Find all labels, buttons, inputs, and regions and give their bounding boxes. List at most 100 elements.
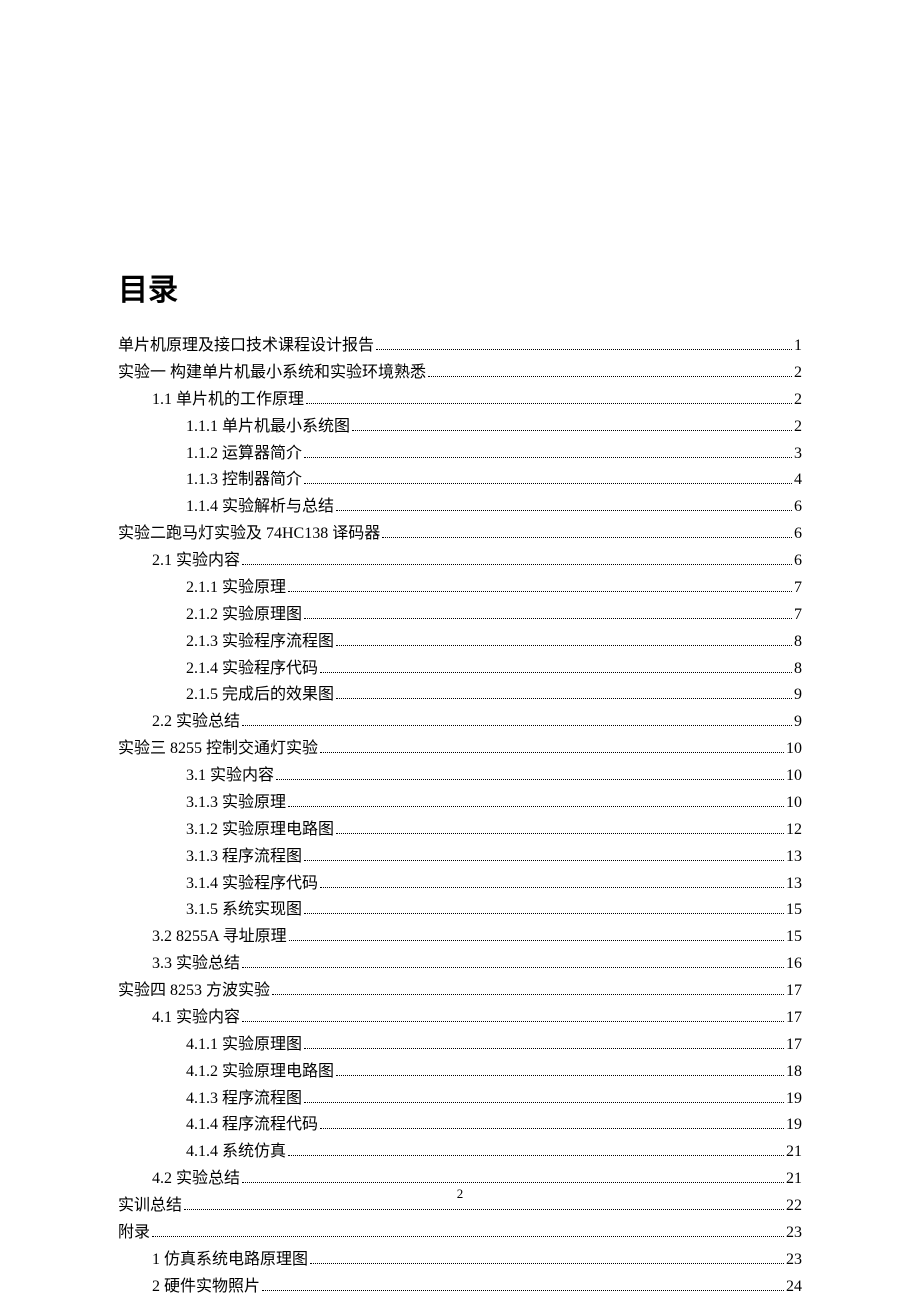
toc-leader-dots xyxy=(306,403,792,404)
toc-entry[interactable]: 4.1.2 实验原理电路图 18 xyxy=(118,1059,802,1086)
toc-entry-label: 2.1.2 实验原理图 xyxy=(186,602,302,629)
toc-leader-dots xyxy=(242,564,792,565)
toc-entry-label: 1 仿真系统电路原理图 xyxy=(152,1247,308,1274)
toc-leader-dots xyxy=(152,1236,784,1237)
toc-entry-label: 2.1 实验内容 xyxy=(152,548,240,575)
toc-entry-page: 7 xyxy=(794,575,802,602)
toc-entry-page: 10 xyxy=(786,790,802,817)
toc-entry-label: 2.1.4 实验程序代码 xyxy=(186,656,318,683)
toc-leader-dots xyxy=(304,913,784,914)
toc-entry-page: 7 xyxy=(794,602,802,629)
toc-entry[interactable]: 2.1 实验内容6 xyxy=(118,548,802,575)
toc-entry-label: 3.1.2 实验原理电路图 xyxy=(186,817,334,844)
toc-leader-dots xyxy=(288,806,784,807)
toc-leader-dots xyxy=(304,1102,784,1103)
toc-entry-label: 实验四 8253 方波实验 xyxy=(118,978,270,1005)
toc-entry-page: 9 xyxy=(794,682,802,709)
toc-entry-page: 2 xyxy=(794,360,802,387)
toc-entry[interactable]: 1.1 单片机的工作原理 2 xyxy=(118,387,802,414)
toc-entry-label: 附录 xyxy=(118,1220,150,1247)
toc-entry-page: 6 xyxy=(794,494,802,521)
toc-entry[interactable]: 3.3 实验总结16 xyxy=(118,951,802,978)
toc-entry[interactable]: 2 硬件实物照片 24 xyxy=(118,1274,802,1301)
toc-entry-page: 17 xyxy=(786,978,802,1005)
toc-entry[interactable]: 1.1.4 实验解析与总结6 xyxy=(118,494,802,521)
toc-entry-label: 4.1 实验内容 xyxy=(152,1005,240,1032)
toc-entry-label: 1.1.2 运算器简介 xyxy=(186,441,302,468)
toc-entry-page: 15 xyxy=(786,897,802,924)
toc-entry-label: 实验三 8255 控制交通灯实验 xyxy=(118,736,318,763)
toc-entry-label: 4.1.2 实验原理电路图 xyxy=(186,1059,334,1086)
toc-leader-dots xyxy=(288,591,792,592)
toc-entry-page: 18 xyxy=(786,1059,802,1086)
toc-leader-dots xyxy=(336,1075,784,1076)
toc-entry-label: 2.1.1 实验原理 xyxy=(186,575,286,602)
toc-entry[interactable]: 实验一 构建单片机最小系统和实验环境熟悉2 xyxy=(118,360,802,387)
toc-entry[interactable]: 1.1.2 运算器简介3 xyxy=(118,441,802,468)
toc-leader-dots xyxy=(382,537,792,538)
toc-entry-page: 13 xyxy=(786,871,802,898)
toc-entry[interactable]: 2.1.1 实验原理 7 xyxy=(118,575,802,602)
toc-entry-page: 23 xyxy=(786,1247,802,1274)
toc-entry[interactable]: 2.1.3 实验程序流程图8 xyxy=(118,629,802,656)
toc-entry[interactable]: 4.1.4 程序流程代码 19 xyxy=(118,1112,802,1139)
toc-leader-dots xyxy=(242,967,784,968)
toc-entry[interactable]: 4.1.4 系统仿真 21 xyxy=(118,1139,802,1166)
toc-entry-label: 实验二跑马灯实验及 74HC138 译码器 xyxy=(118,521,380,548)
toc-entry-page: 2 xyxy=(794,414,802,441)
toc-entry[interactable]: 4.1 实验内容17 xyxy=(118,1005,802,1032)
toc-entry[interactable]: 附录 23 xyxy=(118,1220,802,1247)
toc-leader-dots xyxy=(242,1182,784,1183)
toc-entry-page: 23 xyxy=(786,1220,802,1247)
toc-leader-dots xyxy=(320,752,784,753)
toc-entry[interactable]: 实验四 8253 方波实验 17 xyxy=(118,978,802,1005)
toc-entry-page: 19 xyxy=(786,1112,802,1139)
toc-entry[interactable]: 2.1.2 实验原理图 7 xyxy=(118,602,802,629)
toc-entry[interactable]: 实验三 8255 控制交通灯实验10 xyxy=(118,736,802,763)
toc-container: 单片机原理及接口技术课程设计报告1实验一 构建单片机最小系统和实验环境熟悉21.… xyxy=(118,333,802,1301)
toc-entry[interactable]: 3.1.4 实验程序代码 13 xyxy=(118,871,802,898)
toc-entry[interactable]: 3.1 实验内容10 xyxy=(118,763,802,790)
toc-entry[interactable]: 1.1.3 控制器简介4 xyxy=(118,467,802,494)
toc-entry-label: 1.1 单片机的工作原理 xyxy=(152,387,304,414)
toc-entry-page: 8 xyxy=(794,656,802,683)
toc-leader-dots xyxy=(304,618,792,619)
toc-leader-dots xyxy=(288,1155,784,1156)
toc-entry-label: 3.1.4 实验程序代码 xyxy=(186,871,318,898)
toc-entry-page: 21 xyxy=(786,1139,802,1166)
toc-entry[interactable]: 实验二跑马灯实验及 74HC138 译码器 6 xyxy=(118,521,802,548)
toc-entry-page: 24 xyxy=(786,1274,802,1301)
toc-entry[interactable]: 3.2 8255A 寻址原理15 xyxy=(118,924,802,951)
toc-entry-label: 4.1.4 系统仿真 xyxy=(186,1139,286,1166)
toc-leader-dots xyxy=(320,1128,784,1129)
toc-leader-dots xyxy=(272,994,784,995)
toc-entry[interactable]: 1 仿真系统电路原理图 23 xyxy=(118,1247,802,1274)
toc-leader-dots xyxy=(304,483,792,484)
toc-entry[interactable]: 3.1.3 实验原理10 xyxy=(118,790,802,817)
toc-entry[interactable]: 4.1.3 程序流程图19 xyxy=(118,1086,802,1113)
toc-entry[interactable]: 2.1.4 实验程序代码 8 xyxy=(118,656,802,683)
toc-entry-page: 4 xyxy=(794,467,802,494)
toc-entry[interactable]: 2.1.5 完成后的效果图9 xyxy=(118,682,802,709)
toc-entry-page: 2 xyxy=(794,387,802,414)
toc-entry-label: 3.1 实验内容 xyxy=(186,763,274,790)
toc-entry[interactable]: 2.2 实验总结9 xyxy=(118,709,802,736)
toc-leader-dots xyxy=(336,510,792,511)
toc-entry[interactable]: 单片机原理及接口技术课程设计报告1 xyxy=(118,333,802,360)
toc-entry[interactable]: 1.1.1 单片机最小系统图2 xyxy=(118,414,802,441)
toc-entry-page: 6 xyxy=(794,521,802,548)
toc-entry[interactable]: 4.1.1 实验原理图17 xyxy=(118,1032,802,1059)
toc-entry[interactable]: 3.1.2 实验原理电路图 12 xyxy=(118,817,802,844)
toc-entry-label: 2.1.3 实验程序流程图 xyxy=(186,629,334,656)
toc-leader-dots xyxy=(304,1048,784,1049)
toc-entry[interactable]: 3.1.3 程序流程图13 xyxy=(118,844,802,871)
toc-entry[interactable]: 3.1.5 系统实现图15 xyxy=(118,897,802,924)
toc-leader-dots xyxy=(304,860,784,861)
toc-entry-page: 12 xyxy=(786,817,802,844)
toc-entry-label: 2 硬件实物照片 xyxy=(152,1274,260,1301)
toc-leader-dots xyxy=(262,1290,784,1291)
toc-leader-dots xyxy=(276,779,784,780)
toc-leader-dots xyxy=(352,430,792,431)
toc-entry-label: 单片机原理及接口技术课程设计报告 xyxy=(118,333,374,360)
toc-entry-label: 4.1.4 程序流程代码 xyxy=(186,1112,318,1139)
